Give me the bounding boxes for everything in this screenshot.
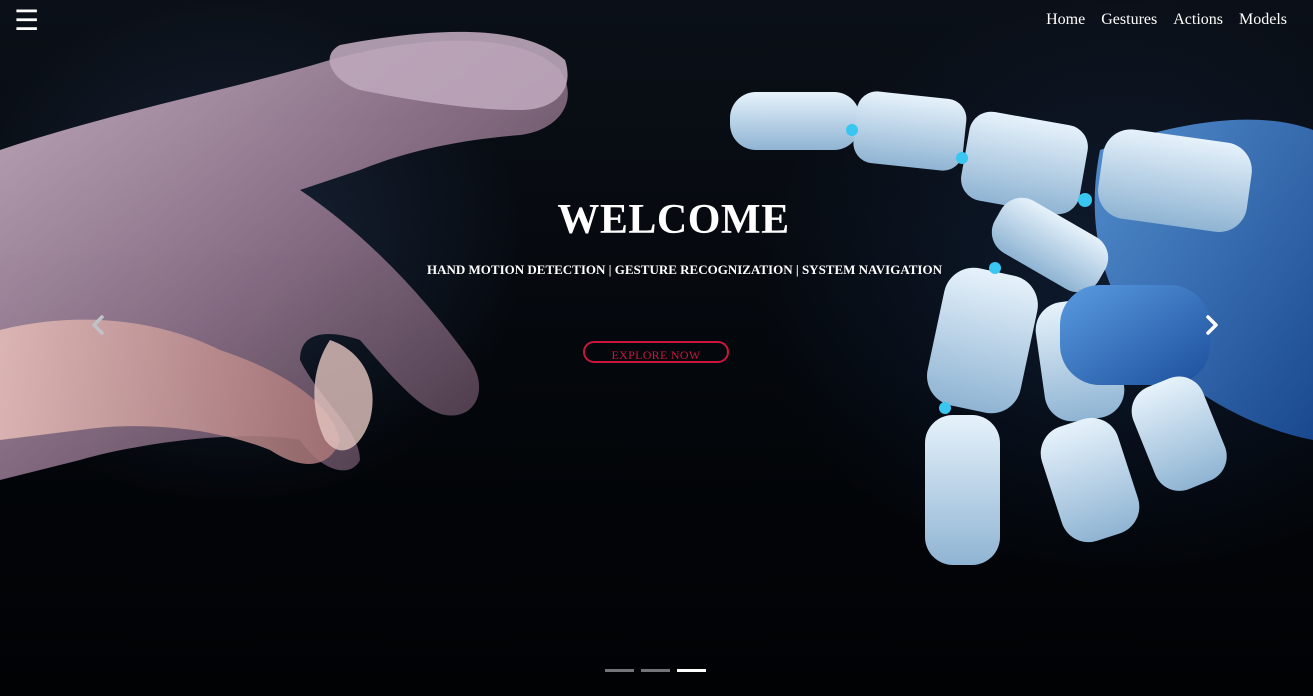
chevron-left-icon — [92, 315, 104, 335]
carousel-indicator-2[interactable] — [641, 669, 670, 672]
top-navigation: Home Gestures Actions Models — [1046, 11, 1287, 29]
hero-carousel: ☰ Home Gestures Actions Models WELCOME H… — [0, 0, 1313, 696]
nav-link-home[interactable]: Home — [1046, 11, 1085, 29]
carousel-indicators — [605, 669, 706, 672]
chevron-right-icon — [1206, 315, 1218, 335]
hamburger-menu-icon[interactable]: ☰ — [14, 7, 40, 35]
nav-link-models[interactable]: Models — [1239, 11, 1287, 29]
carousel-indicator-1[interactable] — [605, 669, 634, 672]
carousel-next-button[interactable] — [1198, 311, 1226, 339]
hero-title: WELCOME — [557, 197, 790, 243]
carousel-prev-button[interactable] — [84, 311, 112, 339]
nav-link-actions[interactable]: Actions — [1173, 11, 1223, 29]
carousel-indicator-3[interactable] — [677, 669, 706, 672]
nav-link-gestures[interactable]: Gestures — [1101, 11, 1157, 29]
explore-now-button[interactable]: EXPLORE NOW — [583, 341, 729, 363]
hero-subtitle: HAND MOTION DETECTION | GESTURE RECOGNIZ… — [427, 262, 942, 277]
hero-caption: WELCOME HAND MOTION DETECTION | GESTURE … — [0, 196, 1313, 278]
